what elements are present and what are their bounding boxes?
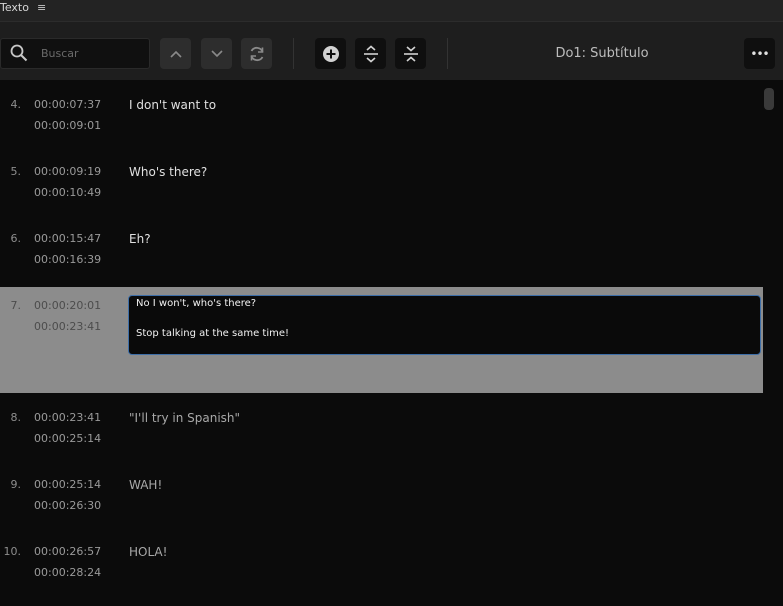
caption-in-time[interactable]: 00:00:09:19 xyxy=(34,165,101,178)
caption-number: 6. xyxy=(10,232,22,245)
more-icon: ••• xyxy=(750,46,769,61)
merge-captions-button[interactable] xyxy=(395,38,426,69)
caption-list[interactable]: 4. 00:00:07:37 00:00:09:01 I don't want … xyxy=(0,80,763,606)
caption-number: 10. xyxy=(3,545,22,558)
caption-text-line: No I won't, who's there? xyxy=(136,298,257,309)
plus-circle-icon xyxy=(322,45,339,62)
caption-track-label: Do1: Subtítulo xyxy=(555,46,649,61)
caption-text[interactable]: Who's there? xyxy=(129,165,207,179)
search-box[interactable] xyxy=(0,38,150,69)
caption-in-time[interactable]: 00:00:15:47 xyxy=(34,232,101,245)
caption-number: 4. xyxy=(10,98,22,111)
caption-row[interactable]: 4. 00:00:07:37 00:00:09:01 I don't want … xyxy=(0,80,763,147)
caption-out-time[interactable]: 00:00:26:30 xyxy=(34,499,101,512)
toolbar-divider xyxy=(447,38,448,69)
caption-row[interactable]: 5. 00:00:09:19 00:00:10:49 Who's there? xyxy=(0,147,763,214)
split-icon xyxy=(363,44,378,63)
caption-number: 7. xyxy=(10,299,22,312)
caption-out-time[interactable]: 00:00:23:41 xyxy=(34,320,101,333)
caption-in-time[interactable]: 00:00:25:14 xyxy=(34,478,101,491)
caption-number: 5. xyxy=(10,165,22,178)
caption-out-time[interactable]: 00:00:25:14 xyxy=(34,432,101,445)
merge-icon xyxy=(403,45,418,62)
toolbar: Do1: Subtítulo ••• xyxy=(0,22,783,80)
caption-out-time[interactable]: 00:00:09:01 xyxy=(34,119,101,132)
chevron-down-icon xyxy=(210,49,223,57)
caption-number: 8. xyxy=(10,411,22,424)
caption-text[interactable]: Eh? xyxy=(129,232,151,246)
more-options-button[interactable]: ••• xyxy=(744,38,775,69)
caption-in-time[interactable]: 00:00:20:01 xyxy=(34,299,101,312)
caption-row[interactable]: 9. 00:00:25:14 00:00:26:30 WAH! xyxy=(0,460,763,527)
caption-row[interactable]: 10. 00:00:26:57 00:00:28:24 HOLA! xyxy=(0,527,763,594)
caption-in-time[interactable]: 00:00:26:57 xyxy=(34,545,101,558)
scrollbar-track[interactable] xyxy=(763,80,783,606)
caption-text[interactable]: "I'll try in Spanish" xyxy=(129,411,240,425)
search-input[interactable] xyxy=(41,44,141,63)
toolbar-divider xyxy=(293,38,294,69)
caption-text[interactable]: HOLA! xyxy=(129,545,167,559)
next-match-button[interactable] xyxy=(201,38,232,69)
caption-out-time[interactable]: 00:00:16:39 xyxy=(34,253,101,266)
previous-match-button[interactable] xyxy=(160,38,191,69)
panel-title: Texto xyxy=(0,1,29,14)
replace-button[interactable] xyxy=(241,38,272,69)
refresh-icon xyxy=(250,46,263,61)
caption-in-time[interactable]: 00:00:07:37 xyxy=(34,98,101,111)
caption-row[interactable]: 6. 00:00:15:47 00:00:16:39 Eh? xyxy=(0,214,763,281)
scrollbar-thumb[interactable] xyxy=(764,88,774,110)
caption-out-time[interactable]: 00:00:28:24 xyxy=(34,566,101,579)
panel-header: Texto ≡ xyxy=(0,0,783,22)
caption-out-time[interactable]: 00:00:10:49 xyxy=(34,186,101,199)
caption-text-line: Stop talking at the same time! xyxy=(136,328,290,339)
caption-text-editor[interactable]: No I won't, who's there? Stop talking at… xyxy=(128,295,761,355)
caption-number: 9. xyxy=(10,478,22,491)
caption-text[interactable]: WAH! xyxy=(129,478,162,492)
add-caption-button[interactable] xyxy=(315,38,346,69)
panel-menu-icon[interactable]: ≡ xyxy=(37,1,46,14)
split-caption-button[interactable] xyxy=(355,38,386,69)
search-icon xyxy=(10,44,28,62)
caption-text[interactable]: I don't want to xyxy=(129,98,216,112)
caption-row-selected[interactable]: 7. 00:00:20:01 00:00:23:41 No I won't, w… xyxy=(0,287,763,393)
caption-row[interactable]: 8. 00:00:23:41 00:00:25:14 "I'll try in … xyxy=(0,393,763,460)
caption-in-time[interactable]: 00:00:23:41 xyxy=(34,411,101,424)
chevron-up-icon xyxy=(169,50,182,58)
